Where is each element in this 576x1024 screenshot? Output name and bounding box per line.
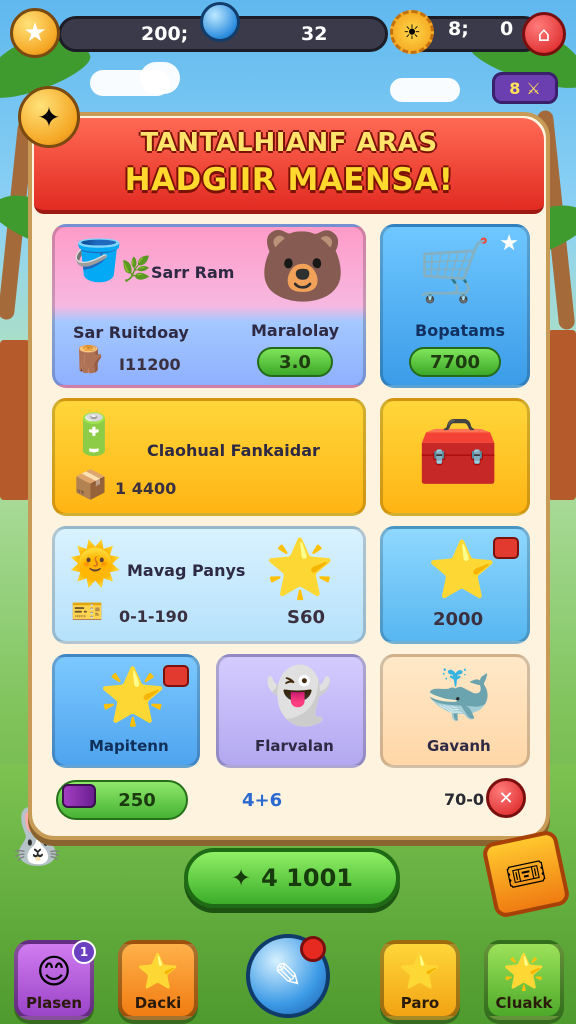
card-1-title: Sarr Ram <box>151 263 235 282</box>
star-icon: 🌟 <box>502 952 546 992</box>
bottom-navigation: 😊 Plasen 1 ⭐ Dacki ✎ ⭐ Paro 🌟 Cluakk <box>0 914 576 1024</box>
sun-icon: ☀ <box>390 10 434 54</box>
ribbon-star-icon[interactable]: ✦ <box>18 86 80 148</box>
card-3-price: 1 4400 <box>115 479 177 498</box>
shop-panel: TANTALHIANF ARAS HADGIIR MAENSA! 🪣 🌿 Sar… <box>28 112 550 840</box>
panel-title-line2: HADGIIR MAENSA! <box>124 162 454 198</box>
shop-card-4[interactable]: 🧰 <box>380 398 530 516</box>
whale-character-icon: 🐳 <box>425 664 493 727</box>
card-9-title: Gavanh <box>427 737 491 755</box>
hut <box>548 330 576 500</box>
energy-value: 250 <box>118 789 156 811</box>
gem-count: 32 <box>301 23 328 45</box>
shop-card-6[interactable]: ⭐ 2000 <box>380 526 530 644</box>
card-8-title: Flarvalan <box>255 737 334 755</box>
gem-icon <box>200 2 240 42</box>
main-purchase-button[interactable]: ✦ 4 1001 <box>184 848 400 908</box>
star-coin-icon[interactable]: ★ <box>10 8 60 58</box>
star-icon: ★ <box>499 231 519 256</box>
tag-icon <box>493 537 519 559</box>
shop-card-9[interactable]: 🐳 Gavanh <box>380 654 530 768</box>
cloud <box>140 62 180 94</box>
ticket-icon: 🎫 <box>71 597 104 627</box>
treasure-crate-icon: 🧰 <box>417 413 500 490</box>
shop-card-8[interactable]: 👻 Flarvalan <box>216 654 366 768</box>
ghost-character-icon: 👻 <box>265 664 333 727</box>
red-dot-indicator <box>300 936 326 962</box>
star-icon: ⭐ <box>398 952 442 992</box>
nav-plasen-label: Plasen <box>25 994 83 1012</box>
ticket-badge-icon[interactable]: 🎟 <box>480 828 572 920</box>
card-2-buy-button[interactable]: 7700 <box>409 347 501 377</box>
cloud <box>390 78 460 102</box>
star-character-icon: 🌟 <box>99 664 167 727</box>
sun-icon: 🌞 <box>69 539 122 588</box>
swords-badge[interactable]: 8 ⚔ <box>492 72 558 104</box>
home-button[interactable]: ⌂ <box>522 12 566 56</box>
card-6-cost: 2000 <box>433 609 484 630</box>
card-7-title: Mapitenn <box>89 737 169 755</box>
hut <box>0 340 30 500</box>
card-3-title: Claohual Fankaidar <box>147 441 320 460</box>
title-banner: TANTALHIANF ARAS HADGIIR MAENSA! <box>34 118 544 214</box>
chest-icon: 📦 <box>73 468 108 501</box>
shop-card-3[interactable]: 🔋 Claohual Fankaidar 📦 1 4400 <box>52 398 366 516</box>
wood-plank-icon: 🪵 <box>73 345 106 375</box>
crossed-swords-icon: ⚔ <box>526 78 541 98</box>
star-count: 4+6 <box>242 790 283 811</box>
star-character-icon: 🌟 <box>265 536 335 601</box>
card-5-price: 0-1-190 <box>119 607 188 626</box>
cart-character-icon: 🛒 <box>417 236 492 306</box>
shop-card-2[interactable]: ★ 🛒 Bopatams 7700 <box>380 224 530 388</box>
notification-badge: 1 <box>72 940 96 964</box>
energy-battery-icon <box>62 784 96 808</box>
card-1-subtitle: Sar Ruitdoay <box>73 323 189 342</box>
barrel-icon: 🪣 <box>73 238 123 284</box>
panel-title-line1: TANTALHIANF ARAS <box>140 128 438 158</box>
card-1-subtitle2: Maralolay <box>251 321 340 340</box>
monster-character-icon: 🐻 <box>259 225 347 307</box>
top-resource-bar: 200; 32 ★ ☀ 8; 0 ⌂ <box>10 2 566 58</box>
card-5-title: Mavag Panys <box>127 561 246 580</box>
leaf-icon: 🌿 <box>121 255 151 283</box>
nav-paro[interactable]: ⭐ Paro <box>380 940 460 1020</box>
main-purchase-label: 4 1001 <box>261 864 353 892</box>
star-character-icon: ⭐ <box>427 538 497 603</box>
sun-count: 8; <box>448 18 469 40</box>
timer-value: 70-0 <box>444 790 485 809</box>
card-1-price: I11200 <box>119 355 181 374</box>
card-1-buy-button[interactable]: 3.0 <box>257 347 333 377</box>
nav-dacki[interactable]: ⭐ Dacki <box>118 940 198 1020</box>
nav-cluakk-label: Cluakk <box>495 994 553 1012</box>
extra-count: 0 <box>500 18 514 40</box>
close-button[interactable]: ✕ <box>486 778 526 818</box>
shop-card-5[interactable]: 🌞 Mavag Panys 🌟 🎫 0-1-190 S60 <box>52 526 366 644</box>
card-2-title: Bopatams <box>415 321 506 340</box>
tag-icon <box>163 665 189 687</box>
star-icon: ⭐ <box>136 952 180 992</box>
nav-cluakk[interactable]: 🌟 Cluakk <box>484 940 564 1020</box>
shop-card-1[interactable]: 🪣 🌿 Sarr Ram 🐻 Sar Ruitdoay Maralolay 🪵 … <box>52 224 366 388</box>
nav-paro-label: Paro <box>400 994 440 1012</box>
nav-dacki-label: Dacki <box>134 994 182 1012</box>
card-5-cost: S60 <box>287 607 326 628</box>
shop-card-7[interactable]: 🌟 Mapitenn <box>52 654 200 768</box>
sparkle-star-icon: ✦ <box>231 864 252 892</box>
battery-icon: 🔋 <box>69 412 119 458</box>
swords-count: 8 <box>509 78 521 98</box>
coin-count: 200; <box>141 23 189 45</box>
panel-footer-row: 250 4+6 70-0 ✕ <box>52 778 530 822</box>
